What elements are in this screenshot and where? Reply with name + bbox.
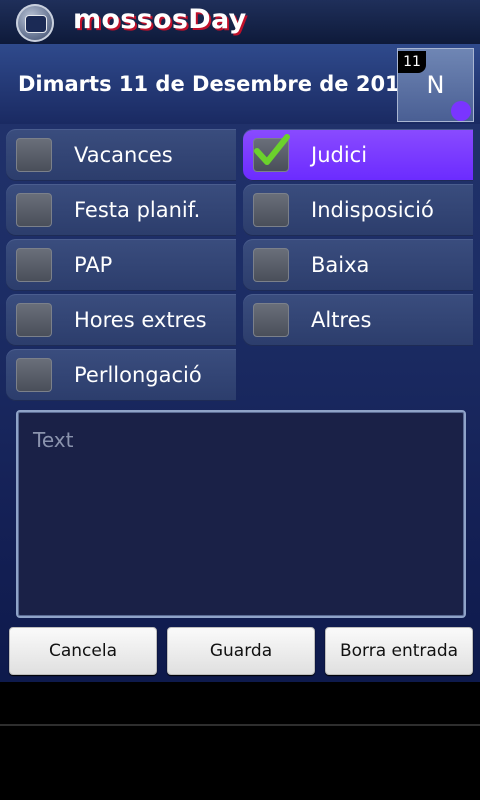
text-placeholder: Text: [33, 428, 74, 452]
notes-text-field[interactable]: Text: [16, 410, 466, 618]
cancel-button[interactable]: Cancela: [9, 627, 157, 675]
checkbox-pap[interactable]: PAP: [6, 239, 236, 291]
checkbox-box: [253, 193, 289, 227]
shift-letter: N: [426, 71, 445, 99]
checkbox-label: PAP: [74, 253, 113, 277]
app-title: mossosDay: [73, 4, 247, 35]
checkbox-box: [16, 248, 52, 282]
bottom-area: [0, 682, 480, 800]
checkbox-label: Altres: [311, 308, 372, 332]
checkbox-altres[interactable]: Altres: [243, 294, 473, 346]
checkbox-label: Baixa: [311, 253, 370, 277]
save-button[interactable]: Guarda: [167, 627, 315, 675]
checkbox-hores-extres[interactable]: Hores extres: [6, 294, 236, 346]
app-logo-icon: [16, 4, 54, 42]
checkbox-box: [16, 358, 52, 392]
date-header: Dimarts 11 de Desembre de 2012 11 N: [0, 44, 480, 124]
main-panel: Dimarts 11 de Desembre de 2012 11 N Vaca…: [0, 44, 480, 682]
date-label: Dimarts 11 de Desembre de 2012: [18, 72, 415, 96]
checkbox-vacances[interactable]: Vacances: [6, 129, 236, 181]
event-dot-icon: [451, 101, 471, 121]
checkbox-box: [16, 303, 52, 337]
checkbox-box: [253, 303, 289, 337]
checkbox-judici[interactable]: Judici: [243, 129, 473, 181]
checkbox-label: Judici: [311, 143, 368, 167]
checkbox-festa-planif[interactable]: Festa planif.: [6, 184, 236, 236]
checkbox-box: [16, 193, 52, 227]
checkmark-icon: [254, 134, 290, 165]
checkbox-label: Hores extres: [74, 308, 207, 332]
checkbox-baixa[interactable]: Baixa: [243, 239, 473, 291]
checkbox-label: Vacances: [74, 143, 173, 167]
checkbox-label: Indisposició: [311, 198, 434, 222]
delete-entry-button[interactable]: Borra entrada: [325, 627, 473, 675]
checkbox-label: Perllongació: [74, 363, 202, 387]
divider: [0, 724, 480, 726]
day-number: 11: [398, 51, 426, 73]
checkbox-label: Festa planif.: [74, 198, 201, 222]
checkbox-box: [253, 248, 289, 282]
title-bar: mossosDay: [0, 0, 480, 44]
checkbox-box: [16, 138, 52, 172]
day-indicator[interactable]: 11 N: [397, 48, 474, 122]
checkbox-perllongacio[interactable]: Perllongació: [6, 349, 236, 401]
checkbox-indisposicio[interactable]: Indisposició: [243, 184, 473, 236]
